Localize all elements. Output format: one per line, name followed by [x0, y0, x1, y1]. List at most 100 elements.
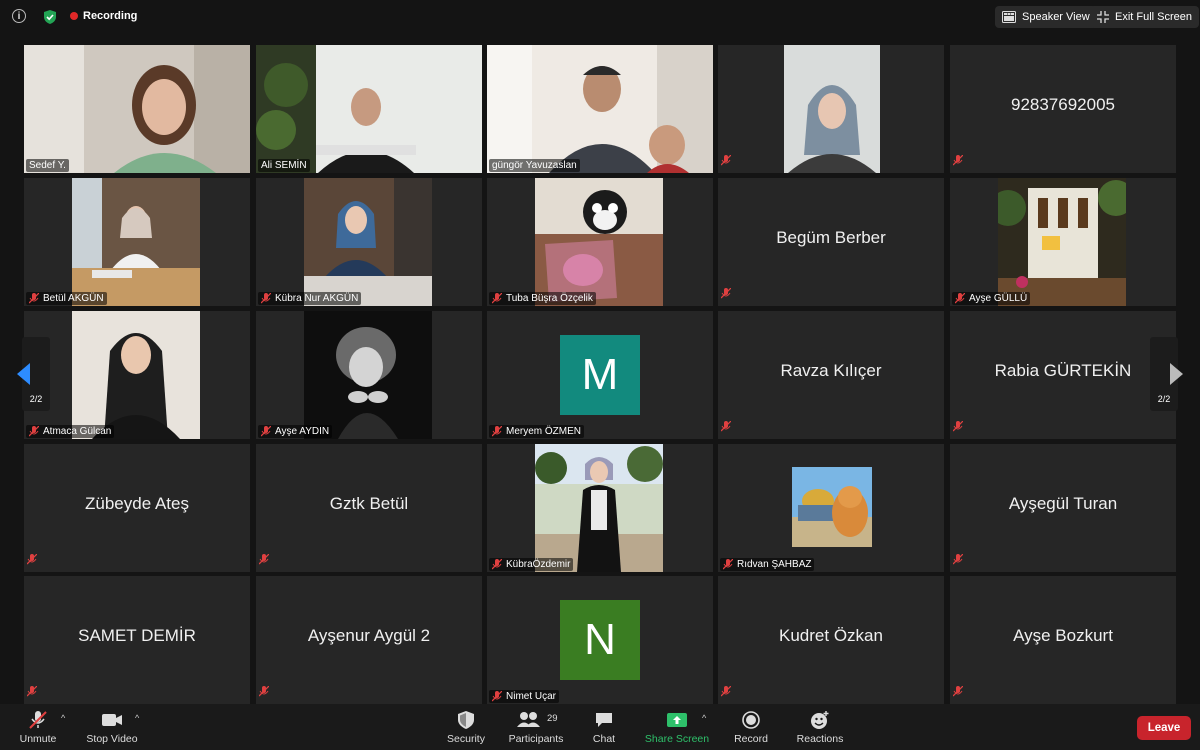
participant-display-name: Rabia GÜRTEKİN	[994, 361, 1132, 380]
participants-button[interactable]: Participants	[505, 710, 567, 745]
reactions-button[interactable]: Reactions	[795, 710, 845, 745]
unmute-button[interactable]: Unmute	[14, 710, 62, 745]
participant-video	[24, 45, 250, 173]
muted-mic-icon	[492, 559, 502, 570]
muted-mic-icon	[953, 421, 963, 432]
muted-mic-icon	[27, 686, 37, 697]
muted-mic-icon	[723, 559, 733, 570]
participant-name-label: Kübra Nur AKGÜN	[258, 292, 362, 305]
share-screen-icon	[667, 713, 687, 727]
participant-tile[interactable]: Kudret Özkan	[718, 576, 944, 704]
muted-mic-icon	[29, 426, 39, 437]
video-options-caret[interactable]: ^	[135, 713, 139, 723]
muted-indicator	[259, 684, 269, 702]
share-screen-label: Share Screen	[644, 733, 710, 745]
participant-tile[interactable]: Rabia GÜRTEKİN	[950, 311, 1176, 439]
participant-display-name: Ayşe Bozkurt	[1013, 626, 1113, 645]
participant-tile[interactable]: Betül AKGÜN	[24, 178, 250, 306]
arrow-right-icon	[1170, 363, 1183, 385]
participant-profile-picture	[792, 467, 872, 547]
meeting-info-icon[interactable]: i	[12, 9, 26, 23]
muted-indicator	[27, 684, 37, 702]
participant-tile[interactable]: Rıdvan ŞAHBAZ	[718, 444, 944, 572]
participant-tile[interactable]: Ali SEMİN	[256, 45, 482, 173]
muted-indicator	[27, 552, 37, 570]
page-indicator: 2/2	[29, 394, 43, 404]
leave-button[interactable]: Leave	[1137, 716, 1191, 740]
stop-video-button[interactable]: Stop Video	[84, 710, 140, 745]
muted-mic-icon	[953, 155, 963, 166]
participant-tile[interactable]: KübraÖzdemir	[487, 444, 713, 572]
exit-full-screen-icon	[1097, 11, 1109, 23]
muted-indicator	[953, 419, 963, 437]
muted-indicator	[953, 153, 963, 171]
participant-tile[interactable]: N Nimet Uçar	[487, 576, 713, 704]
muted-mic-icon	[721, 421, 731, 432]
muted-mic-icon	[953, 686, 963, 697]
participant-name-label: Rıdvan ŞAHBAZ	[720, 558, 815, 571]
participant-name-label: Ayşe AYDIN	[258, 425, 333, 438]
next-page-button[interactable]: 2/2	[1150, 337, 1183, 411]
participant-tile[interactable]: Kübra Nur AKGÜN	[256, 178, 482, 306]
chat-button[interactable]: Chat	[588, 710, 620, 745]
record-icon	[742, 711, 760, 729]
speaker-view-button[interactable]: Speaker View	[995, 6, 1097, 28]
unmute-label: Unmute	[19, 733, 57, 745]
participant-tile[interactable]: Tuba Büşra Özçelik	[487, 178, 713, 306]
record-label: Record	[734, 733, 768, 745]
participant-tile[interactable]: Ayşegül Turan	[950, 444, 1176, 572]
audio-options-caret[interactable]: ^	[61, 713, 65, 723]
participant-name-label: KübraÖzdemir	[489, 558, 574, 571]
participant-tile[interactable]: Ayşe GÜLLÜ	[950, 178, 1176, 306]
share-screen-button[interactable]: Share Screen	[644, 710, 710, 745]
encryption-shield-icon[interactable]	[42, 9, 58, 25]
top-bar: i Recording Speaker View Exit Full Scree…	[0, 0, 1200, 36]
muted-mic-icon	[29, 293, 39, 304]
participant-tile[interactable]: Sedef Y.	[24, 45, 250, 173]
participant-tile[interactable]: 92837692005	[950, 45, 1176, 173]
share-options-caret[interactable]: ^	[702, 713, 706, 723]
participant-tile[interactable]	[718, 45, 944, 173]
participant-tile[interactable]: Ravza Kılıçer	[718, 311, 944, 439]
exit-full-screen-label: Exit Full Screen	[1115, 11, 1193, 23]
participant-tile[interactable]: Ayşenur Aygül 2	[256, 576, 482, 704]
participant-tile[interactable]: Gztk Betül	[256, 444, 482, 572]
participant-tile-active-speaker[interactable]: güngör Yavuzaslan	[487, 45, 713, 173]
participant-video	[304, 178, 432, 306]
muted-microphone-icon	[29, 711, 47, 729]
participant-tile[interactable]: Begüm Berber	[718, 178, 944, 306]
participant-display-name: Ravza Kılıçer	[780, 361, 882, 380]
participant-display-name: Zübeyde Ateş	[85, 494, 189, 513]
exit-full-screen-button[interactable]: Exit Full Screen	[1090, 6, 1200, 28]
participants-count: 29	[547, 713, 558, 724]
participant-tile[interactable]: M Meryem ÖZMEN	[487, 311, 713, 439]
participant-name-label: Meryem ÖZMEN	[489, 425, 584, 438]
muted-indicator	[721, 419, 731, 437]
record-button[interactable]: Record	[732, 710, 770, 745]
muted-mic-icon	[492, 293, 502, 304]
muted-mic-icon	[953, 554, 963, 565]
participant-name-label: Tuba Büşra Özçelik	[489, 292, 596, 305]
participant-video	[72, 178, 200, 306]
participant-display-name: 92837692005	[1010, 95, 1115, 114]
muted-indicator	[259, 552, 269, 570]
speaker-view-label: Speaker View	[1022, 11, 1090, 23]
participant-tile[interactable]: Zübeyde Ateş	[24, 444, 250, 572]
participant-tile[interactable]: Ayşe Bozkurt	[950, 576, 1176, 704]
participant-tile[interactable]: SAMET DEMİR	[24, 576, 250, 704]
muted-mic-icon	[492, 691, 502, 702]
previous-page-button[interactable]: 2/2	[17, 337, 50, 411]
muted-indicator	[721, 684, 731, 702]
participant-tile[interactable]: Atmaca Gülcan	[24, 311, 250, 439]
participant-tile[interactable]: Ayşe AYDIN	[256, 311, 482, 439]
muted-indicator	[721, 286, 731, 304]
muted-mic-icon	[259, 686, 269, 697]
participant-video	[256, 45, 482, 173]
muted-mic-icon	[721, 686, 731, 697]
security-button[interactable]: Security	[444, 710, 488, 745]
participant-display-name: Kudret Özkan	[779, 626, 883, 645]
muted-mic-icon	[261, 426, 271, 437]
participant-video	[487, 45, 713, 173]
chat-bubble-icon	[596, 713, 612, 727]
participant-display-name: Ayşegül Turan	[1008, 494, 1118, 513]
